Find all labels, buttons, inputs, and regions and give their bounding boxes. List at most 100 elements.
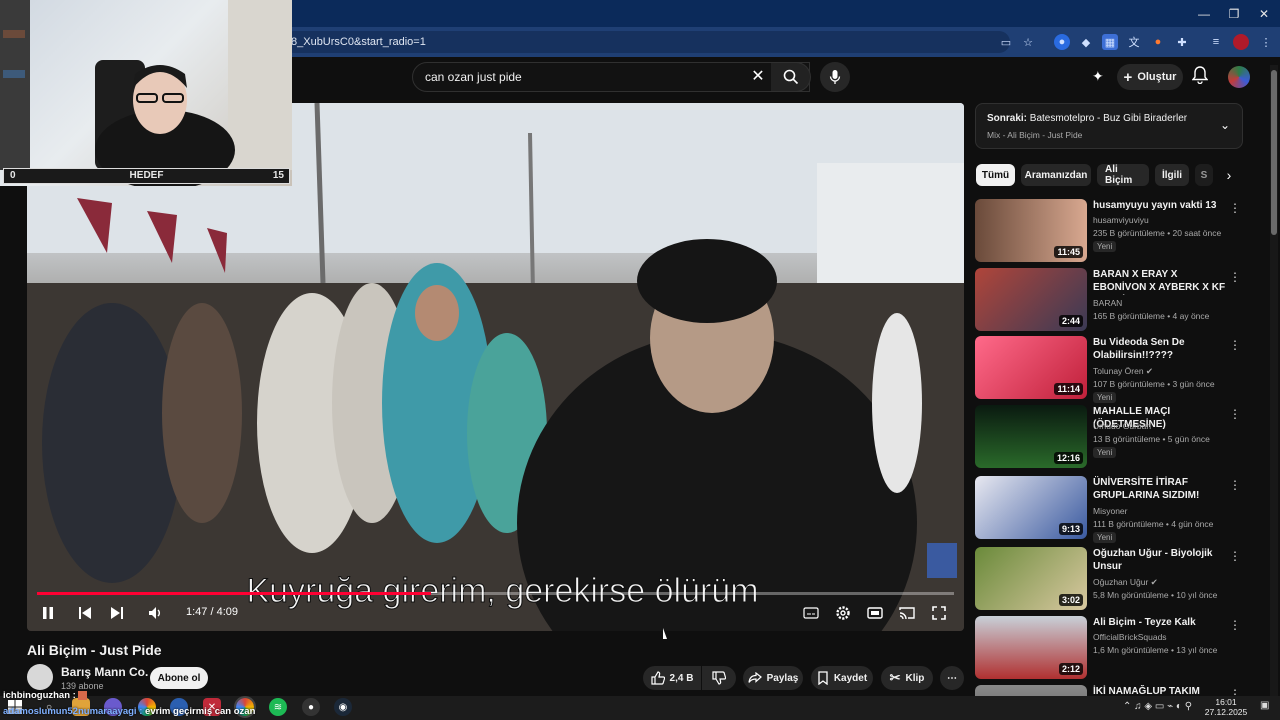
recommended-video[interactable]: 11:14 Bu Videoda Sen De Olabilirsin!!????… [975, 336, 1245, 403]
browser-menu-icon[interactable]: ⋮ [1258, 34, 1274, 50]
chevron-down-icon[interactable]: ⌄ [1220, 118, 1230, 132]
translate-icon[interactable]: 文 [1126, 34, 1142, 50]
recommended-video-channel[interactable]: Tolunay Ören ✔ [1093, 366, 1153, 377]
more-options-icon[interactable]: ⋮ [1229, 549, 1241, 563]
steam-icon[interactable]: ◉ [334, 698, 352, 716]
up-next-card[interactable]: Sonraki: Batesmotelpro - Buz Gibi Birade… [975, 103, 1243, 149]
cast-button[interactable] [896, 603, 918, 623]
recommended-video-title[interactable]: Oğuzhan Uğur - Biyolojik Unsur [1093, 547, 1231, 573]
recommended-video[interactable]: 3:02 Oğuzhan Uğur - Biyolojik Unsur Oğuzha… [975, 547, 1245, 613]
subtitles-button[interactable] [800, 603, 822, 623]
video-thumbnail[interactable]: 3:02 [975, 547, 1087, 610]
previous-button[interactable] [74, 603, 96, 623]
dislike-button[interactable] [702, 666, 736, 690]
like-button[interactable]: 2,4 B [643, 666, 701, 690]
recommended-video[interactable]: 2:12 Ali Biçim - Teyze Kalk OfficialBrickS… [975, 616, 1245, 682]
extension-icon[interactable]: ● [1150, 34, 1166, 50]
more-options-icon[interactable]: ⋮ [1229, 407, 1241, 421]
video-thumbnail[interactable]: 12:16 [975, 405, 1087, 468]
recommended-video-meta: 111 B görüntüleme • 4 gün önce [1093, 519, 1214, 529]
profile-avatar[interactable] [1233, 34, 1249, 50]
media-control-icon[interactable]: ≡ [1208, 34, 1224, 50]
recommended-video[interactable]: 9:13 ÜNİVERSİTE İTİRAF GRUPLARINA SIZDIM!… [975, 476, 1245, 543]
theater-mode-button[interactable] [864, 603, 886, 623]
more-options-icon[interactable]: ⋮ [1229, 270, 1241, 284]
recommended-video[interactable]: 2:44 BARAN X ERAY X EBONİVON X AYBERK X K… [975, 268, 1245, 334]
spotify-icon[interactable]: ≋ [269, 698, 287, 716]
volume-button[interactable] [145, 603, 167, 623]
video-thumbnail[interactable] [975, 685, 1087, 696]
bookmark-star-icon[interactable]: ☆ [1020, 34, 1036, 50]
chip-more[interactable]: S [1195, 164, 1213, 186]
channel-name[interactable]: Barış Mann Co. [61, 665, 148, 679]
voice-search-button[interactable] [820, 62, 850, 92]
save-button[interactable]: Kaydet [811, 666, 873, 690]
restore-button[interactable]: ❐ [1218, 0, 1250, 27]
create-button[interactable]: + Oluştur [1117, 64, 1183, 90]
video-thumbnail[interactable]: 2:44 [975, 268, 1087, 331]
minimize-button[interactable]: — [1188, 0, 1220, 27]
chevron-right-icon[interactable]: › [1220, 166, 1238, 184]
webcam-overlay [0, 0, 292, 186]
more-actions-button[interactable]: ⋯ [940, 666, 964, 690]
clear-search-icon[interactable]: ✕ [748, 66, 768, 86]
next-button[interactable] [106, 603, 128, 623]
video-thumbnail[interactable]: 11:14 [975, 336, 1087, 399]
recommended-video-title[interactable]: Ali Biçim - Teyze Kalk [1093, 616, 1231, 629]
recommended-video[interactable]: 12:16 MAHALLE MAÇI (ÖDETMESİNE) Umudo Gurb… [975, 405, 1245, 471]
recommended-video[interactable]: İKİ NAMAĞLUP TAKIM KARŞI⋮ [975, 685, 1245, 696]
recommended-video-channel[interactable]: Misyoner [1093, 506, 1127, 516]
more-options-icon[interactable]: ⋮ [1229, 687, 1241, 696]
video-thumbnail[interactable]: 11:45 [975, 199, 1087, 262]
chip-related[interactable]: İlgili [1155, 164, 1189, 186]
pause-button[interactable] [37, 603, 59, 623]
premium-icon[interactable]: ✦ [1092, 68, 1110, 86]
more-options-icon[interactable]: ⋮ [1229, 478, 1241, 492]
address-bar[interactable]: 8_XubUrsC0&start_radio=1 [283, 31, 1010, 53]
system-tray-icons[interactable]: ⌃ ♫ ◈ ▭ ⌁ ◐ ⚲ [1123, 701, 1192, 712]
extension-icon[interactable]: ▦ [1102, 34, 1118, 50]
channel-avatar[interactable] [27, 664, 53, 690]
recommended-video-channel[interactable]: Umudo Gurban [1093, 421, 1151, 431]
extension-icon[interactable]: ● [1054, 34, 1070, 50]
page-scrollbar-thumb[interactable] [1271, 70, 1277, 235]
video-thumbnail[interactable]: 2:12 [975, 616, 1087, 679]
install-icon[interactable]: ▭ [998, 34, 1014, 50]
close-window-button[interactable]: ✕ [1248, 0, 1280, 27]
recommended-video-title[interactable]: husamyuyu yayın vakti 13 [1093, 199, 1231, 212]
chip-ali-bicim[interactable]: Ali Biçim [1097, 164, 1149, 186]
video-thumbnail[interactable]: 9:13 [975, 476, 1087, 539]
recommended-video-channel[interactable]: Oğuzhan Uğur ✔ [1093, 577, 1158, 588]
video-title: Ali Biçim - Just Pide [27, 642, 162, 658]
up-next-title: Batesmotelpro - Buz Gibi Biraderler [1029, 113, 1188, 124]
recommended-video[interactable]: 11:45 husamyuyu yayın vakti 13 husamviyuvi… [975, 199, 1245, 265]
extensions-puzzle-icon[interactable]: ✚ [1174, 34, 1190, 50]
recommended-video-channel[interactable]: OfficialBrickSquads [1093, 632, 1167, 642]
clip-button[interactable]: ✂ Klip [881, 666, 933, 690]
recommended-video-meta: 165 B görüntüleme • 4 ay önce [1093, 311, 1210, 321]
account-avatar[interactable] [1228, 66, 1250, 88]
subscribe-button[interactable]: Abone ol [150, 667, 208, 689]
share-button[interactable]: Paylaş [743, 666, 803, 690]
scissors-icon: ✂ [889, 670, 901, 685]
notifications-bell-icon[interactable] [1191, 66, 1210, 86]
chat-message: ichbinoguzhan : [3, 690, 88, 701]
chip-from-search[interactable]: Aramanızdan [1021, 164, 1091, 186]
recommended-video-title[interactable]: BARAN X ERAY X EBONİVON X AYBERK X KF -K… [1093, 268, 1231, 295]
fullscreen-button[interactable] [928, 603, 950, 623]
more-options-icon[interactable]: ⋮ [1229, 338, 1241, 352]
settings-button[interactable] [832, 603, 854, 623]
more-options-icon[interactable]: ⋮ [1229, 201, 1241, 215]
recommended-video-title[interactable]: ÜNİVERSİTE İTİRAF GRUPLARINA SIZDIM! (Or… [1093, 476, 1231, 503]
chip-all[interactable]: Tümü [976, 164, 1015, 186]
notification-center-icon[interactable]: ▣ [1260, 700, 1272, 716]
recommended-video-title[interactable]: Bu Videoda Sen De Olabilirsin!!???? [1093, 336, 1231, 362]
recommended-video-channel[interactable]: BARAN [1093, 298, 1122, 308]
recommended-video-channel[interactable]: husamviyuviyu [1093, 215, 1149, 225]
extension-icon[interactable]: ◆ [1078, 34, 1094, 50]
obs-icon[interactable]: ● [302, 698, 320, 716]
search-button[interactable] [771, 62, 811, 92]
clock[interactable]: 16:01 27.12.2025 [1204, 697, 1248, 717]
recommended-video-title[interactable]: İKİ NAMAĞLUP TAKIM KARŞI [1093, 685, 1231, 696]
more-options-icon[interactable]: ⋮ [1229, 618, 1241, 632]
